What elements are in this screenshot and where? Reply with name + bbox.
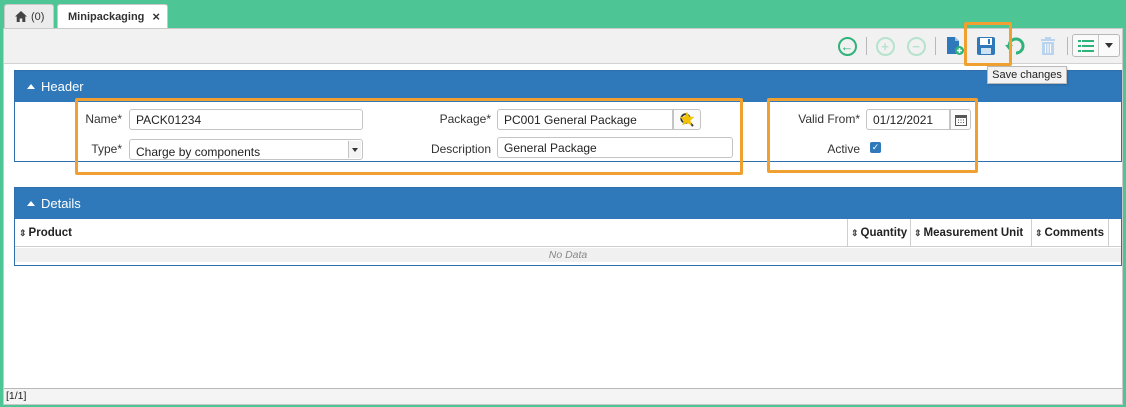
chevron-down-icon [1099, 35, 1119, 56]
plus-icon: + [875, 36, 895, 56]
trash-icon [1041, 37, 1055, 55]
details-panel-title: Details [41, 196, 81, 211]
collapse-icon [27, 84, 35, 89]
pager-text: [1/1] [6, 390, 27, 402]
status-bar: [1/1] [4, 388, 1122, 404]
column-product[interactable]: ⇕ Product [19, 219, 72, 247]
delete-button[interactable] [1037, 35, 1059, 57]
add-button[interactable]: + [874, 35, 896, 57]
sort-icon: ⇕ [1035, 227, 1043, 238]
tab-minipackaging[interactable]: Minipackaging × [57, 4, 168, 28]
details-panel: Details ⇕ Product ⇕ Quantity ⇕ Measureme… [14, 187, 1122, 266]
tab-home[interactable]: (0) [4, 4, 54, 28]
list-icon [1073, 35, 1099, 56]
tab-strip: (0) Minipackaging × [0, 0, 1126, 28]
toolbar: ← + − [4, 29, 1122, 64]
minus-icon: − [906, 36, 926, 56]
sort-icon: ⇕ [19, 227, 27, 238]
save-highlight [964, 22, 1012, 66]
save-tooltip: Save changes [987, 66, 1067, 84]
sort-icon: ⇕ [851, 227, 859, 238]
toolbar-divider [866, 37, 867, 55]
close-icon[interactable]: × [152, 9, 160, 24]
toolbar-divider [1067, 37, 1068, 55]
column-quantity[interactable]: ⇕ Quantity [851, 219, 907, 247]
home-count: (0) [31, 10, 45, 23]
back-arrow-icon: ← [837, 36, 857, 56]
back-button[interactable]: ← [836, 35, 858, 57]
collapse-icon [27, 201, 35, 206]
toolbar-divider [935, 37, 936, 55]
details-grid-header: ⇕ Product ⇕ Quantity ⇕ Measurement Unit … [15, 219, 1121, 247]
sort-icon: ⇕ [914, 227, 922, 238]
column-comments[interactable]: ⇕ Comments [1035, 219, 1104, 247]
new-document-icon [947, 37, 964, 55]
new-document-button[interactable] [944, 35, 966, 57]
home-icon [15, 11, 27, 22]
column-measurement-unit[interactable]: ⇕ Measurement Unit [914, 219, 1023, 247]
header-panel-title: Header [41, 79, 84, 94]
main-window: ← + − Header Name* PACK01234 Type* Charg… [3, 28, 1123, 405]
tab-label: Minipackaging [68, 10, 145, 23]
empty-grid-message: No Data [15, 248, 1121, 262]
view-options-dropdown[interactable] [1072, 34, 1120, 57]
validity-highlight [767, 98, 978, 173]
remove-button[interactable]: − [905, 35, 927, 57]
details-panel-title-bar[interactable]: Details [15, 188, 1121, 219]
fields-highlight [75, 98, 743, 175]
